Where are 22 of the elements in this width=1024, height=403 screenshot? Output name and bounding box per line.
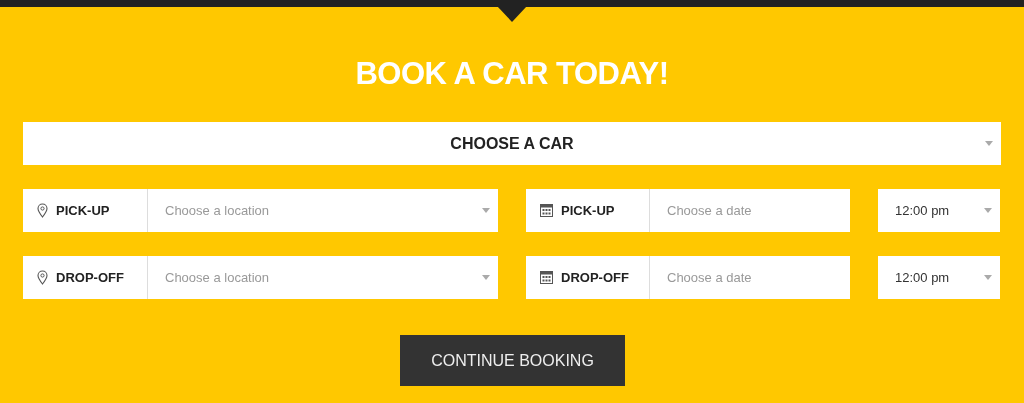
location-pin-icon xyxy=(37,270,48,285)
field-label: PICK-UP xyxy=(561,201,615,220)
calendar-icon xyxy=(540,204,553,217)
field-label: DROP-OFF xyxy=(561,268,629,287)
location-select[interactable]: Choose a location xyxy=(148,256,498,299)
location-pin-icon xyxy=(37,203,48,218)
car-select[interactable]: CHOOSE A CAR xyxy=(23,122,1001,165)
continue-booking-button[interactable]: CONTINUE BOOKING xyxy=(400,335,625,386)
caret-icon xyxy=(985,141,993,146)
heading: BOOK A CAR TODAY! xyxy=(354,55,670,93)
time-select[interactable]: 12:00 pm xyxy=(878,189,1000,232)
time-select[interactable]: 12:00 pm xyxy=(878,256,1000,299)
caret-icon xyxy=(482,275,490,280)
date-field[interactable]: Choose a date xyxy=(650,189,850,232)
date-field[interactable]: Choose a date xyxy=(650,256,850,299)
caret-icon xyxy=(984,275,992,280)
field-label: PICK-UP xyxy=(56,201,110,220)
caret-icon xyxy=(984,208,992,213)
calendar-icon xyxy=(540,271,553,284)
field-label: DROP-OFF xyxy=(56,268,124,287)
caret-icon xyxy=(482,208,490,213)
location-select[interactable]: Choose a location xyxy=(148,189,498,232)
